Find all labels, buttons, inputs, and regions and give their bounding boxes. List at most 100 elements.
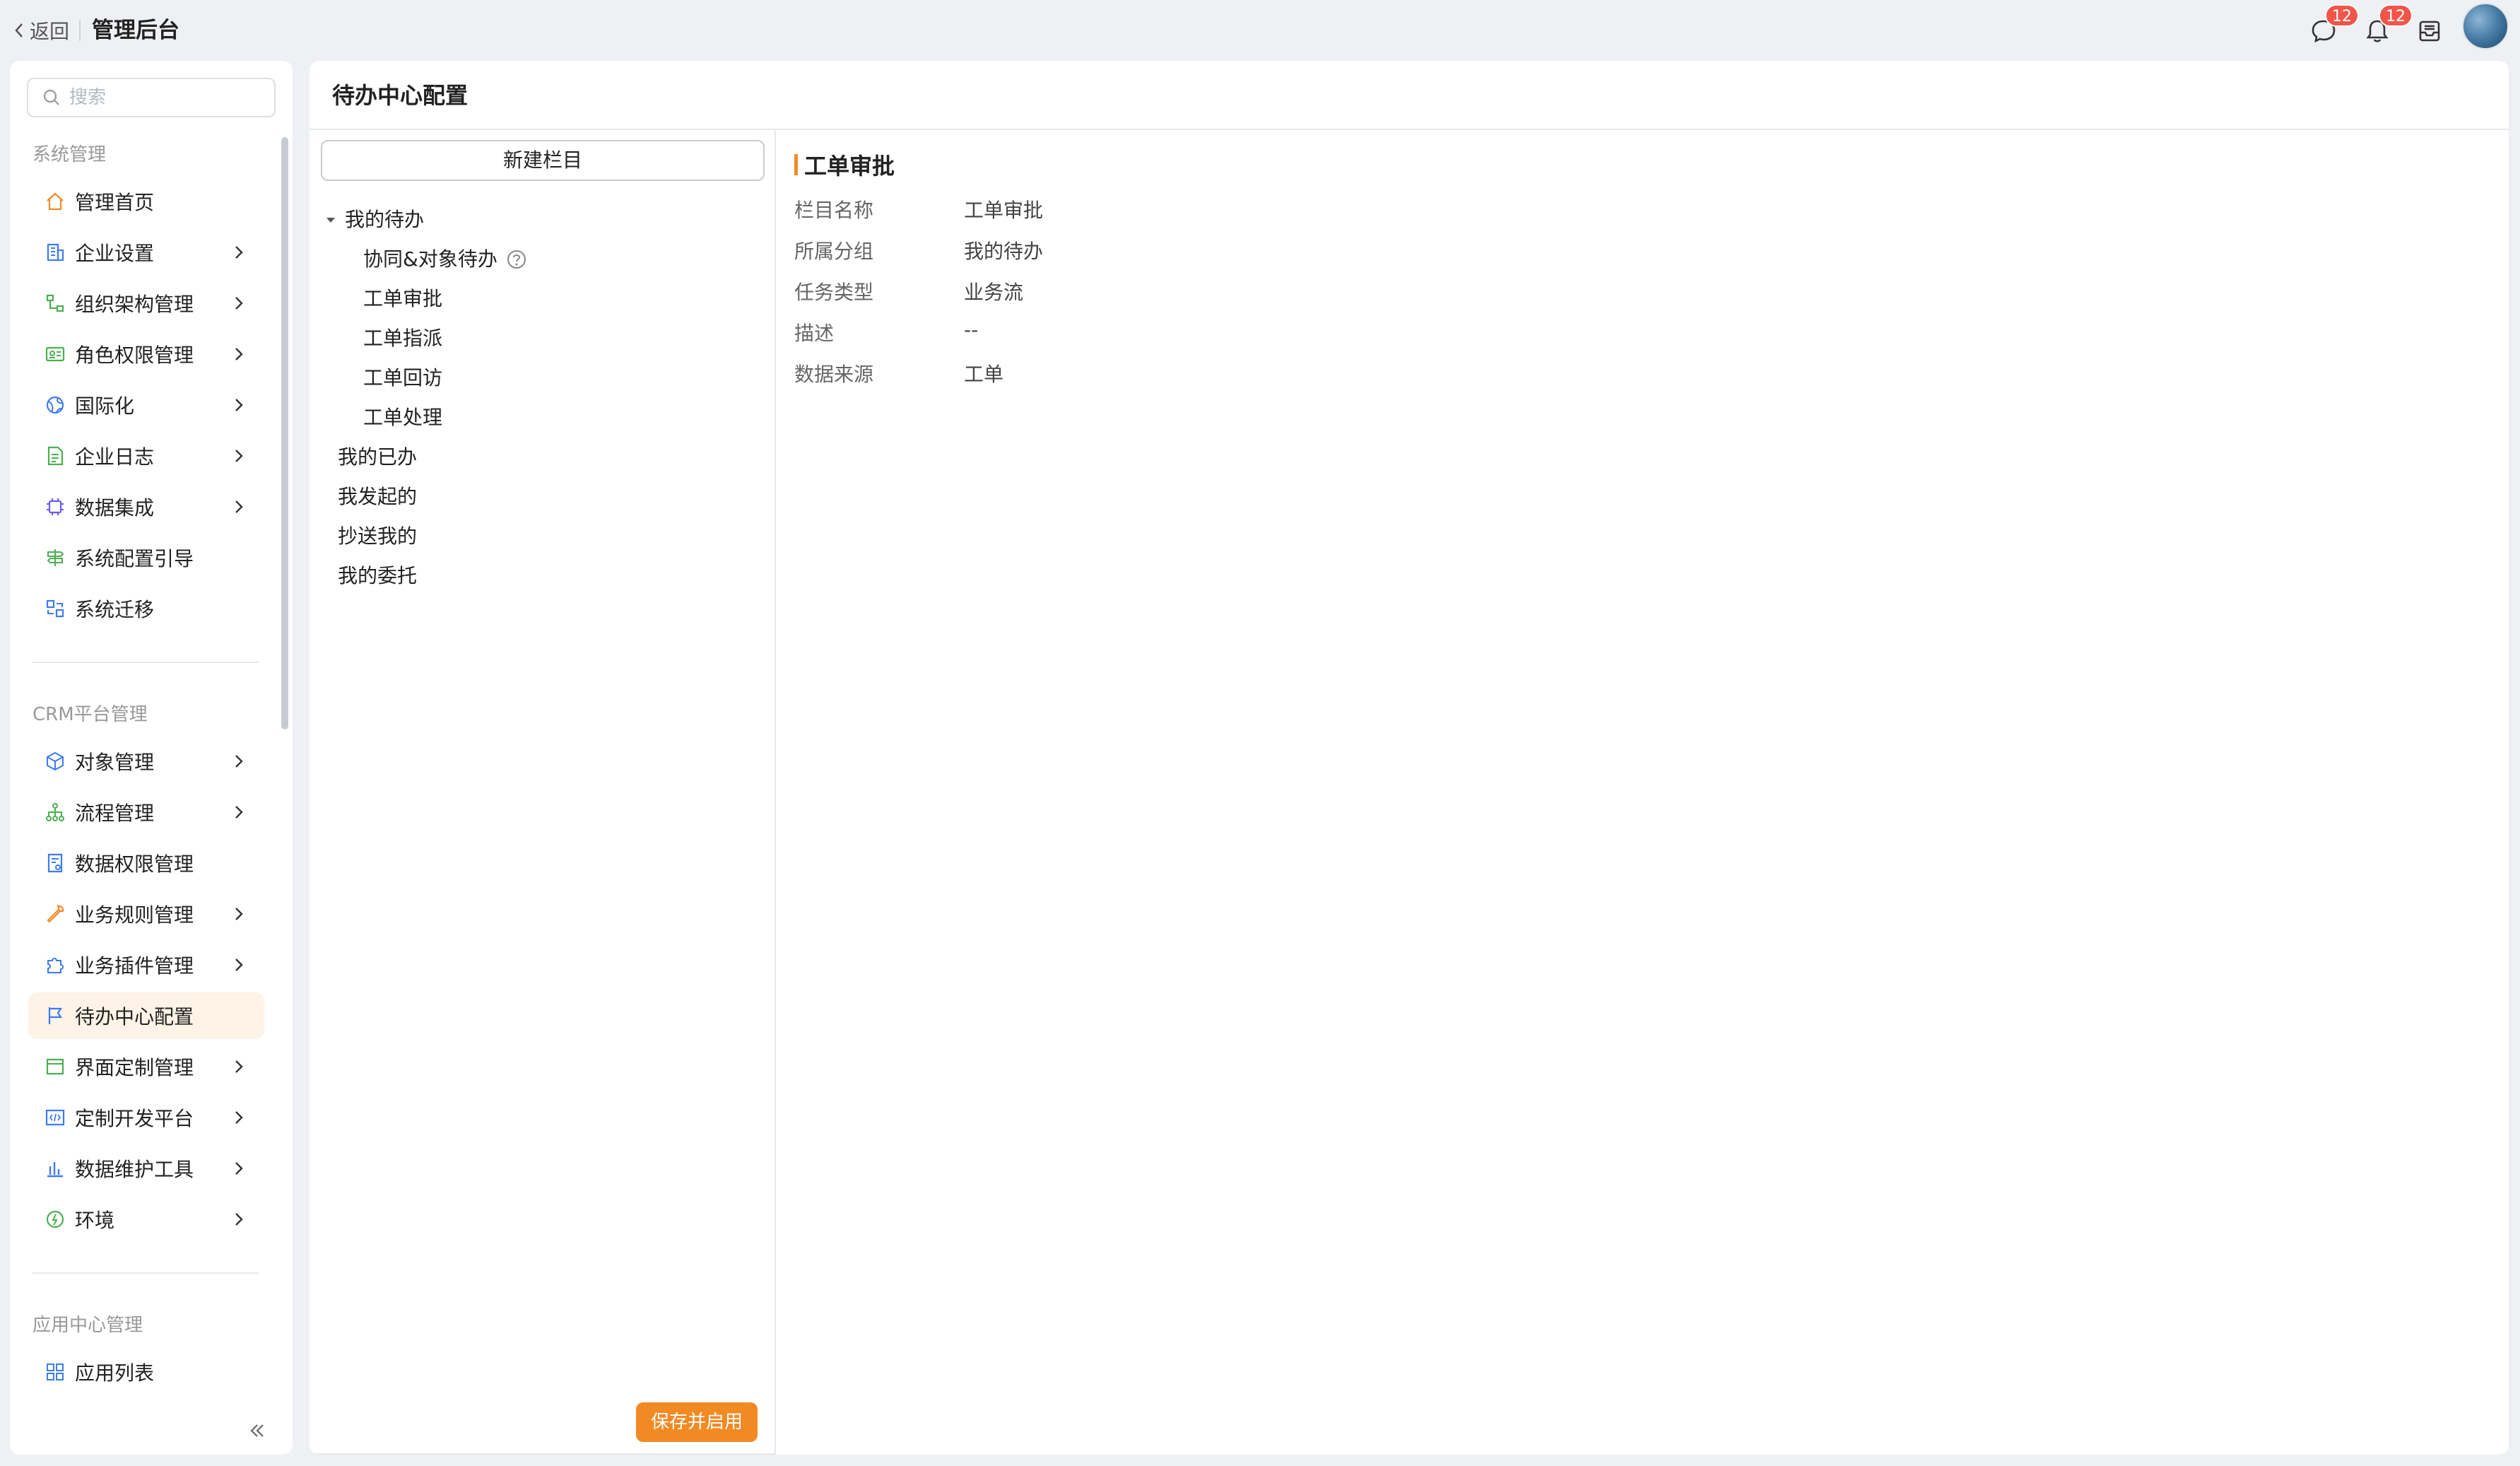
- sidebar-scrollbar[interactable]: [281, 137, 288, 729]
- notifications-button[interactable]: 12: [2359, 4, 2413, 49]
- chevron-right-icon: [235, 297, 243, 310]
- nav-item-custom-dev-platform[interactable]: 定制开发平台: [28, 1094, 264, 1141]
- tree-node-label: 工单回访: [363, 366, 443, 389]
- nav-item-system-migration[interactable]: 系统迁移: [28, 585, 264, 632]
- nav-item-role-permissions[interactable]: 角色权限管理: [28, 331, 264, 377]
- nav-item-environment[interactable]: 环境: [28, 1196, 264, 1243]
- nav-label: 业务插件管理: [75, 954, 194, 978]
- tree-node-my-todo[interactable]: 我的待办: [324, 202, 424, 238]
- nav-label: 界面定制管理: [75, 1056, 194, 1079]
- tree-node-ticket-assign[interactable]: 工单指派: [363, 321, 442, 356]
- search-input[interactable]: [69, 87, 267, 108]
- nav-item-object-management[interactable]: 对象管理: [28, 738, 264, 785]
- field-value-group: 我的待办: [964, 240, 1044, 263]
- chevron-right-icon: [235, 246, 243, 259]
- tree-node-ticket-process[interactable]: 工单处理: [363, 400, 442, 435]
- back-button[interactable]: 返回: [11, 13, 69, 48]
- save-and-enable-button[interactable]: 保存并启用: [636, 1402, 758, 1442]
- main-header: 待办中心配置: [310, 61, 2509, 130]
- nav-item-ui-customization[interactable]: 界面定制管理: [28, 1043, 264, 1090]
- field-value-task-type: 业务流: [964, 281, 1024, 304]
- nav-item-data-integration[interactable]: 数据集成: [28, 483, 264, 530]
- nav-label: 角色权限管理: [75, 344, 194, 367]
- chevron-right-icon: [235, 958, 243, 971]
- nav-item-business-plugins[interactable]: 业务插件管理: [28, 942, 264, 988]
- nav-item-config-guide[interactable]: 系统配置引导: [28, 534, 264, 581]
- app-title: 管理后台: [92, 18, 179, 43]
- tree-node-label: 协同&对象待办: [363, 247, 497, 271]
- collapse-sidebar-icon[interactable]: [245, 1418, 270, 1443]
- top-bar: 返回 管理后台 12 12: [0, 0, 2520, 61]
- id-card-icon: [45, 346, 65, 362]
- main-panel: 待办中心配置 新建栏目 我的待办 协同&对象待办 工单审批 工单指派 工单回访 …: [310, 61, 2509, 1455]
- nav-item-admin-home[interactable]: 管理首页: [28, 178, 264, 225]
- tree-node-label: 我的待办: [345, 208, 425, 231]
- back-label: 返回: [30, 20, 70, 43]
- field-label-task-type: 任务类型: [794, 281, 874, 304]
- field-label-group: 所属分组: [794, 240, 874, 263]
- nav-item-app-list[interactable]: 应用列表: [28, 1349, 264, 1395]
- field-label-description: 描述: [794, 322, 835, 345]
- nav-item-process-management[interactable]: 流程管理: [28, 789, 264, 835]
- new-column-button[interactable]: 新建栏目: [321, 140, 765, 181]
- section-title-app-center: 应用中心管理: [33, 1315, 143, 1336]
- tree-footer-divider: [310, 1453, 776, 1455]
- chip-icon: [47, 498, 64, 515]
- puzzle-icon: [47, 958, 64, 973]
- sidebar: 系统管理 管理首页 企业设置 组织架构管理 角色权限管理 国际化 企业日志 数据…: [10, 61, 293, 1455]
- nav-item-enterprise-log[interactable]: 企业日志: [28, 433, 264, 479]
- nav-item-org-structure[interactable]: 组织架构管理: [28, 280, 264, 327]
- section-title-crm: CRM平台管理: [33, 704, 148, 725]
- tree-node-collab-object-todo[interactable]: 协同&对象待办: [363, 242, 527, 277]
- tree-node-cc-to-me[interactable]: 抄送我的: [338, 519, 417, 554]
- caret-down-icon[interactable]: [324, 213, 338, 227]
- tree-node-ticket-revisit[interactable]: 工单回访: [363, 360, 442, 396]
- chevron-right-icon: [235, 755, 243, 768]
- code-icon: [45, 1109, 65, 1126]
- nav-item-business-rules[interactable]: 业务规则管理: [28, 891, 264, 937]
- page-title: 待办中心配置: [332, 82, 469, 109]
- nav-label: 国际化: [75, 394, 135, 418]
- nav-item-data-maintenance[interactable]: 数据维护工具: [28, 1145, 264, 1192]
- signpost-icon: [47, 549, 64, 566]
- tree-node-my-delegation[interactable]: 我的委托: [338, 558, 417, 594]
- message-count-badge: 12: [2325, 4, 2359, 27]
- chevron-left-icon: [15, 23, 23, 37]
- chevron-right-icon: [235, 1162, 243, 1175]
- tree-node-initiated-by-me[interactable]: 我发起的: [338, 479, 417, 515]
- nav-item-todo-center-config[interactable]: 待办中心配置: [28, 992, 264, 1039]
- nav-item-i18n[interactable]: 国际化: [28, 382, 264, 428]
- help-circle-icon[interactable]: [506, 249, 527, 270]
- nav-label: 企业日志: [75, 445, 155, 469]
- tree-node-label: 工单处理: [363, 406, 443, 429]
- search-box[interactable]: [27, 78, 276, 117]
- bar-chart-icon: [47, 1162, 63, 1178]
- chevron-right-icon: [235, 399, 243, 411]
- detail-title: 工单审批: [804, 153, 895, 180]
- layout-icon: [46, 1058, 64, 1075]
- cube-icon: [47, 751, 64, 771]
- chevron-right-icon: [235, 1060, 243, 1073]
- grid-icon: [47, 1364, 64, 1380]
- nav-label: 数据权限管理: [75, 852, 194, 876]
- section-divider: [33, 662, 259, 663]
- section-title-system: 系统管理: [33, 144, 107, 165]
- tree-node-ticket-approval[interactable]: 工单审批: [363, 281, 442, 317]
- nav-label: 企业设置: [75, 242, 155, 265]
- chevron-right-icon: [235, 348, 243, 360]
- chevron-right-icon: [235, 806, 243, 819]
- tree-node-label: 工单指派: [363, 327, 443, 350]
- environment-icon: [46, 1210, 64, 1228]
- messages-button[interactable]: 12: [2305, 4, 2359, 49]
- title-accent-bar: [794, 154, 798, 175]
- tree-node-label: 我发起的: [338, 485, 418, 508]
- nav-label: 数据维护工具: [75, 1158, 194, 1181]
- nav-item-data-permissions[interactable]: 数据权限管理: [28, 840, 264, 886]
- tree-node-my-done[interactable]: 我的已办: [338, 440, 417, 475]
- inbox-button[interactable]: [2411, 13, 2448, 49]
- nav-item-enterprise-settings[interactable]: 企业设置: [28, 229, 264, 276]
- detail-pane: 工单审批 栏目名称 工单审批 所属分组 我的待办 任务类型 业务流 描述 -- …: [777, 130, 2509, 1455]
- tree-node-label: 我的委托: [338, 564, 418, 587]
- inbox-icon: [2419, 20, 2440, 42]
- user-avatar[interactable]: [2462, 3, 2509, 49]
